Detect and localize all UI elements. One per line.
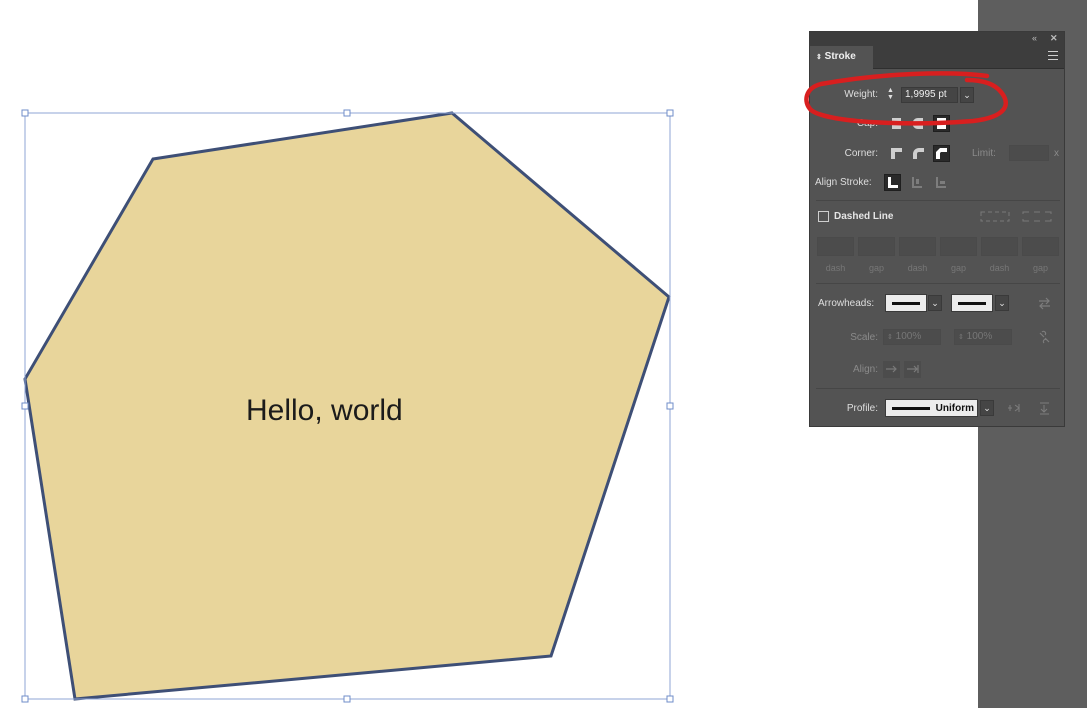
- scale-end-value: 100%: [966, 331, 993, 342]
- double-chevron-left-icon[interactable]: «: [1032, 33, 1037, 43]
- align-stroke-row: Align Stroke:: [810, 173, 1066, 193]
- align-stroke-center-icon[interactable]: [884, 174, 901, 191]
- miter-join-icon[interactable]: [888, 145, 905, 162]
- limit-field: [1009, 145, 1049, 161]
- gap-label-1: gap: [868, 263, 885, 273]
- arrowheads-label: Arrowheads:: [818, 298, 875, 309]
- handle-bottom-left[interactable]: [21, 695, 29, 703]
- corner-row: Corner: Limit: x: [810, 144, 1066, 164]
- scale-row: Scale: ⇕ 100% ⇕ 100%: [810, 328, 1066, 348]
- handle-middle-right[interactable]: [666, 402, 674, 410]
- gap-label-3: gap: [1032, 263, 1049, 273]
- swap-arrowheads-icon[interactable]: [1036, 295, 1053, 312]
- dashed-line-row: Dashed Line: [810, 207, 1066, 227]
- arrowhead-start-select[interactable]: [885, 294, 927, 312]
- dashed-line-label: Dashed Line: [834, 211, 894, 222]
- round-join-icon[interactable]: [910, 145, 927, 162]
- handle-bottom-middle[interactable]: [343, 695, 351, 703]
- bevel-join-icon[interactable]: [933, 145, 950, 162]
- arrowhead-end-select[interactable]: [951, 294, 993, 312]
- tab-stroke-arrows-icon: ⇕: [816, 54, 822, 61]
- corner-label: Corner:: [844, 148, 878, 159]
- align-stroke-outside-icon[interactable]: [932, 174, 949, 191]
- close-icon[interactable]: ✕: [1050, 33, 1058, 44]
- tab-stroke[interactable]: ⇕ Stroke: [810, 46, 873, 69]
- gap-field-1[interactable]: [858, 237, 895, 256]
- handle-top-left[interactable]: [21, 109, 29, 117]
- panel-title-strip[interactable]: « ✕: [810, 32, 1064, 46]
- red-annotation-circle: [804, 71, 1008, 126]
- arrow-tip-beyond-path-icon[interactable]: [883, 361, 900, 378]
- profile-dropdown-chevron-icon[interactable]: ⌄: [980, 400, 994, 416]
- divider: [816, 200, 1060, 201]
- dash-gap-fields: [810, 237, 1066, 257]
- align-dash-corners-icon[interactable]: [1020, 208, 1054, 225]
- handle-bottom-right[interactable]: [666, 695, 674, 703]
- arrowheads-row: Arrowheads: ⌄ ⌄: [810, 294, 1066, 314]
- dashed-line-checkbox[interactable]: [818, 211, 829, 222]
- scale-label: Scale:: [850, 332, 878, 343]
- dash-gap-labels: dash gap dash gap dash gap: [810, 263, 1066, 275]
- canvas-text-hello-world[interactable]: Hello, world: [246, 394, 403, 428]
- align-stroke-inside-icon[interactable]: [908, 174, 925, 191]
- gap-field-3[interactable]: [1022, 237, 1059, 256]
- profile-select[interactable]: Uniform: [885, 399, 978, 417]
- link-scale-icon[interactable]: [1036, 329, 1053, 346]
- dash-field-3[interactable]: [981, 237, 1018, 256]
- align-arrowheads-row: Align:: [810, 360, 1066, 380]
- scale-end-field[interactable]: ⇕ 100%: [954, 329, 1012, 345]
- dash-label-2: dash: [907, 263, 928, 273]
- scale-start-value: 100%: [895, 331, 922, 342]
- flip-across-icon[interactable]: [1036, 400, 1053, 417]
- dash-field-1[interactable]: [817, 237, 854, 256]
- scale-start-stepper-icon[interactable]: ⇕: [887, 334, 893, 341]
- hamburger-menu-icon[interactable]: [1048, 51, 1058, 63]
- profile-label: Profile:: [846, 403, 878, 414]
- handle-middle-left[interactable]: [21, 402, 29, 410]
- gap-field-2[interactable]: [940, 237, 977, 256]
- panel-tab-bar: ⇕ Stroke: [810, 46, 1064, 69]
- flip-along-icon[interactable]: [1005, 400, 1022, 417]
- handle-top-right[interactable]: [666, 109, 674, 117]
- dash-label-1: dash: [825, 263, 846, 273]
- arrowhead-end-chevron-icon[interactable]: ⌄: [995, 295, 1009, 311]
- align-label: Align:: [852, 364, 878, 375]
- align-stroke-label: Align Stroke:: [815, 177, 872, 188]
- scale-start-field[interactable]: ⇕ 100%: [883, 329, 941, 345]
- handle-top-middle[interactable]: [343, 109, 351, 117]
- arrow-tip-at-path-end-icon[interactable]: [904, 361, 921, 378]
- limit-suffix: x: [1054, 148, 1059, 159]
- dash-field-2[interactable]: [899, 237, 936, 256]
- gap-label-2: gap: [950, 263, 967, 273]
- divider: [816, 283, 1060, 284]
- dash-label-3: dash: [989, 263, 1010, 273]
- tab-stroke-label: Stroke: [824, 51, 856, 62]
- profile-row: Profile: Uniform ⌄: [810, 399, 1066, 419]
- limit-label: Limit:: [972, 148, 996, 159]
- scale-end-stepper-icon[interactable]: ⇕: [958, 334, 964, 341]
- divider: [816, 388, 1060, 389]
- arrowhead-start-chevron-icon[interactable]: ⌄: [928, 295, 942, 311]
- preserve-dash-gap-icon[interactable]: [978, 208, 1012, 225]
